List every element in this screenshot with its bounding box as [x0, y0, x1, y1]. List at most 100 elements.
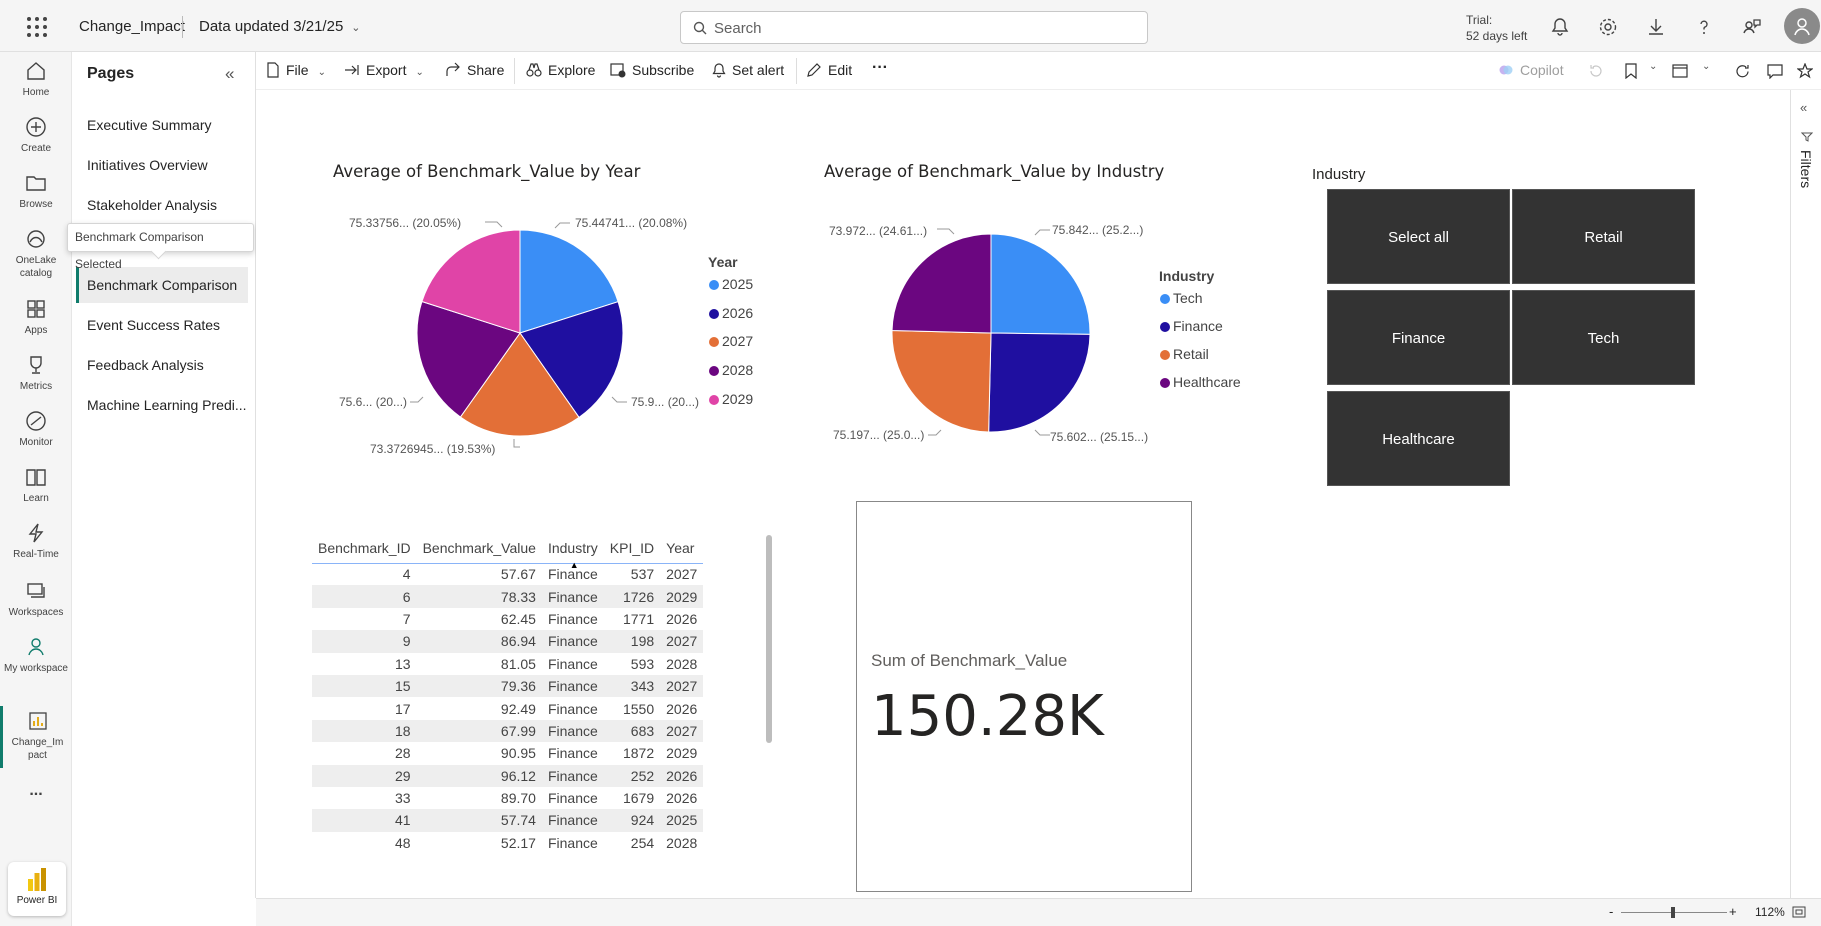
- chevron-down-icon[interactable]: ⌄: [1649, 61, 1657, 72]
- table-row[interactable]: 15 79.36 Finance 343 2027: [312, 674, 704, 698]
- col-kpi-id[interactable]: KPI_ID: [603, 533, 661, 564]
- page-executive-summary[interactable]: Executive Summary: [76, 107, 248, 143]
- table-cell: 67.99: [416, 719, 542, 743]
- industry-legend-item[interactable]: Retail: [1160, 346, 1209, 362]
- refresh-icon[interactable]: [1735, 64, 1750, 79]
- zoom-slider-handle[interactable]: [1671, 907, 1675, 918]
- table-row[interactable]: 6 78.33 Finance 1726 2029: [312, 585, 704, 608]
- trial-status[interactable]: Trial: 52 days left: [1466, 12, 1527, 44]
- slicer-retail[interactable]: Retail: [1512, 189, 1695, 284]
- bell-icon[interactable]: [1549, 16, 1571, 38]
- year-legend-item[interactable]: 2026: [709, 305, 753, 321]
- nav-learn[interactable]: Learn: [0, 466, 72, 505]
- copilot-button[interactable]: Copilot: [1498, 62, 1564, 78]
- table-row[interactable]: 41 57.74 Finance 924 2025: [312, 809, 704, 832]
- table-row[interactable]: 4 57.67 Finance 537 2027: [312, 563, 703, 585]
- nav-workspaces[interactable]: Workspaces: [0, 580, 72, 619]
- expand-icon[interactable]: «: [1800, 100, 1807, 115]
- slicer-select-all[interactable]: Select all: [1327, 189, 1510, 284]
- nav-realtime-label: Real-Time: [13, 549, 59, 560]
- page-machine-learning[interactable]: Machine Learning Predi...: [76, 387, 248, 423]
- table-row[interactable]: 9 86.94 Finance 198 2027: [312, 630, 704, 653]
- chevron-down-icon[interactable]: ⌄: [1702, 61, 1710, 72]
- table-header-row: Benchmark_ID Benchmark_Value Industry ▲ K…: [312, 533, 704, 570]
- set-alert-button[interactable]: Set alert: [712, 62, 784, 78]
- year-legend-item[interactable]: 2027: [709, 333, 753, 349]
- reset-icon[interactable]: [1589, 64, 1603, 78]
- table-row[interactable]: 29 96.12 Finance 252 2026: [312, 764, 704, 787]
- col-benchmark-id[interactable]: Benchmark_ID: [312, 533, 417, 564]
- table-row[interactable]: 13 81.05 Finance 593 2028: [312, 653, 703, 675]
- nav-realtime[interactable]: Real-Time: [0, 522, 72, 561]
- table-row[interactable]: 48 52.17 Finance 254 2028: [312, 832, 703, 854]
- nav-apps[interactable]: Apps: [0, 298, 72, 337]
- col-year[interactable]: Year: [660, 533, 704, 564]
- app-launcher-icon[interactable]: [27, 17, 47, 37]
- zoom-out-button[interactable]: -: [1609, 904, 1613, 919]
- share-button[interactable]: Share: [445, 62, 504, 78]
- view-icon[interactable]: [1672, 64, 1688, 78]
- slicer-finance[interactable]: Finance: [1327, 290, 1510, 385]
- nav-my-workspace[interactable]: My workspace: [0, 636, 72, 675]
- nav-create[interactable]: Create: [0, 116, 72, 155]
- download-icon[interactable]: [1645, 16, 1667, 38]
- search-box[interactable]: Search: [680, 11, 1148, 44]
- table-row[interactable]: 18 67.99 Finance 683 2027: [312, 719, 704, 743]
- nav-home[interactable]: Home: [0, 60, 72, 99]
- col-industry[interactable]: Industry ▲: [541, 533, 604, 570]
- avatar[interactable]: [1784, 8, 1820, 44]
- page-stakeholder-analysis[interactable]: Stakeholder Analysis: [76, 187, 248, 223]
- table-cell: 89.70: [500, 790, 536, 807]
- industry-legend-label: Healthcare: [1173, 374, 1241, 390]
- subscribe-button[interactable]: Subscribe: [610, 62, 694, 78]
- divider: [796, 58, 797, 84]
- kpi-card[interactable]: Sum of Benchmark_Value 150.28K: [856, 501, 1192, 892]
- collapse-pane-icon[interactable]: «: [225, 64, 234, 84]
- nav-metrics[interactable]: Metrics: [0, 354, 72, 393]
- nav-browse[interactable]: Browse: [0, 172, 72, 211]
- app-name[interactable]: Change_Impact: [79, 18, 185, 35]
- more-options-icon[interactable]: ···: [872, 59, 888, 77]
- page-event-success-rates[interactable]: Event Success Rates: [76, 307, 248, 343]
- gear-icon[interactable]: [1597, 16, 1619, 38]
- data-updated-dropdown[interactable]: Data updated 3/21/25 ⌄: [199, 18, 361, 35]
- slicer-healthcare[interactable]: Healthcare: [1327, 391, 1510, 486]
- industry-legend-item[interactable]: Finance: [1160, 318, 1223, 334]
- year-legend-item[interactable]: 2029: [709, 391, 753, 407]
- page-feedback-analysis[interactable]: Feedback Analysis: [76, 347, 248, 383]
- benchmark-table[interactable]: Benchmark_ID Benchmark_Value Industry ▲ K…: [312, 533, 704, 854]
- bookmark-icon[interactable]: [1624, 63, 1638, 79]
- powerbi-switcher[interactable]: Power BI: [8, 862, 66, 916]
- slicer-tech[interactable]: Tech: [1512, 290, 1695, 385]
- fit-page-icon[interactable]: [1792, 906, 1806, 918]
- table-row[interactable]: 7 62.45 Finance 1771 2026: [312, 608, 703, 630]
- legend-dot-icon: [1160, 322, 1170, 332]
- zoom-level[interactable]: 112%: [1755, 905, 1785, 919]
- industry-legend-item[interactable]: Tech: [1160, 290, 1203, 306]
- table-row[interactable]: 17 92.49 Finance 1550 2026: [312, 697, 703, 719]
- filters-pane-collapsed[interactable]: «: [1790, 90, 1821, 898]
- filters-label[interactable]: Filters: [1798, 150, 1814, 188]
- star-icon[interactable]: [1797, 63, 1813, 79]
- share-feedback-icon[interactable]: [1741, 16, 1763, 38]
- more-options-icon[interactable]: ...: [0, 783, 72, 799]
- export-menu[interactable]: Export ⌄: [344, 62, 424, 78]
- page-initiatives-overview[interactable]: Initiatives Overview: [76, 147, 248, 183]
- nav-monitor[interactable]: Monitor: [0, 410, 72, 449]
- nav-onelake[interactable]: OneLake catalog: [0, 228, 72, 280]
- zoom-in-button[interactable]: +: [1729, 904, 1737, 919]
- industry-legend-item[interactable]: Healthcare: [1160, 374, 1241, 390]
- year-legend-item[interactable]: 2028: [709, 362, 753, 378]
- table-row[interactable]: 28 90.95 Finance 1872 2029: [312, 742, 703, 764]
- help-icon[interactable]: [1693, 16, 1715, 38]
- table-cell: 2026: [666, 610, 698, 627]
- file-menu[interactable]: File ⌄: [266, 62, 326, 78]
- nav-change-impact[interactable]: Change_Im pact: [0, 706, 72, 768]
- edit-button[interactable]: Edit: [806, 62, 852, 78]
- year-legend-item[interactable]: 2025: [709, 276, 753, 292]
- explore-button[interactable]: Explore: [526, 62, 595, 78]
- table-scrollbar[interactable]: [766, 535, 772, 743]
- table-row[interactable]: 33 89.70 Finance 1679 2026: [312, 787, 703, 809]
- comment-icon[interactable]: [1767, 64, 1783, 79]
- col-benchmark-value[interactable]: Benchmark_Value: [416, 533, 542, 564]
